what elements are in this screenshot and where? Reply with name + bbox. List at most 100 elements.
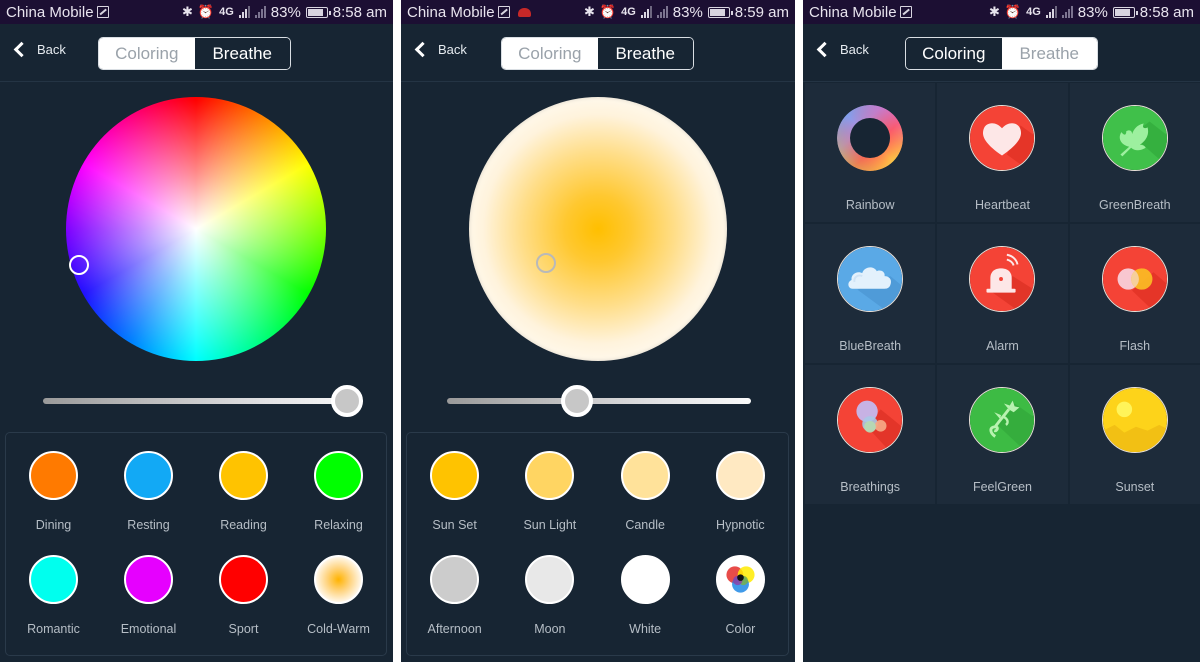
sunset-icon[interactable] [1101,387,1168,453]
preset-item[interactable]: White [598,545,693,649]
tab-coloring[interactable]: Coloring [502,38,598,69]
effect-mode-item[interactable]: Breathings [805,365,936,504]
preset-color-swatch[interactable] [314,555,363,604]
rgb-color-mix-icon[interactable] [715,555,765,604]
preset-item[interactable]: Resting [101,441,196,545]
effect-mode-label: Rainbow [845,198,895,212]
preset-item[interactable]: Afternoon [407,545,502,649]
preset-label: Sun Light [523,518,577,532]
effect-mode-item[interactable]: GreenBreath [1069,83,1200,222]
battery-percent: 83% [1077,3,1108,21]
preset-label: Sport [228,622,259,636]
preset-item[interactable]: Cold-Warm [291,545,386,649]
preset-item[interactable]: Color [693,545,788,649]
effect-mode-item[interactable]: Rainbow [805,83,936,222]
preset-color-swatch[interactable] [124,451,173,500]
preset-color-swatch[interactable] [219,555,268,604]
preset-label: Hypnotic [716,518,765,532]
phone-screen-warm-white: China Mobile ✱ ⏰ 4G 83% 8:59 am Back Col… [401,0,795,662]
effect-mode-label: Breathings [840,480,901,494]
back-button[interactable]: Back [413,41,467,58]
warm-white-wheel[interactable] [469,97,727,361]
effect-mode-item[interactable]: Alarm [937,224,1068,363]
preset-color-swatch[interactable] [124,555,173,604]
clock: 8:59 am [734,3,789,21]
preset-item[interactable]: Moon [502,545,597,649]
network-type: 4G [621,6,636,18]
bubbles-icon[interactable] [837,387,904,453]
back-label: Back [37,42,66,57]
preset-item[interactable]: Relaxing [291,441,386,545]
preset-color-swatch[interactable] [620,451,670,500]
preset-color-swatch[interactable] [620,555,670,604]
phone-screen-coloring-modes: China Mobile ✱ ⏰ 4G 83% 8:58 am Back Col… [803,0,1200,662]
preset-item[interactable]: Sun Light [502,441,597,545]
brightness-slider[interactable] [43,385,363,417]
preset-item[interactable]: Hypnotic [693,441,788,545]
effect-mode-item[interactable]: Sunset [1069,365,1200,504]
signal-no-sim-icon [656,6,668,18]
image-notification-icon [497,6,510,18]
effect-mode-item[interactable]: BlueBreath [805,224,936,363]
tab-breathe[interactable]: Breathe [194,38,290,69]
preset-item[interactable]: Sun Set [407,441,502,545]
preset-item[interactable]: Romantic [6,545,101,649]
effect-mode-item[interactable]: Heartbeat [937,83,1068,222]
sprout-icon[interactable] [969,387,1036,453]
preset-color-swatch[interactable] [430,555,480,604]
effect-mode-label: Heartbeat [975,198,1030,212]
preset-label: Cold-Warm [307,622,370,636]
flash-circles-icon[interactable] [1101,246,1168,312]
brightness-slider[interactable] [447,385,751,417]
color-wheel[interactable] [66,97,326,361]
preset-color-swatch[interactable] [430,451,480,500]
preset-color-swatch[interactable] [525,555,575,604]
preset-label: Reading [220,518,267,532]
image-notification-icon [96,6,109,18]
network-type: 4G [1026,6,1041,18]
carrier: China Mobile [6,4,109,21]
preset-color-swatch[interactable] [29,451,78,500]
warm-white-wheel-area [401,97,795,361]
preset-label: Emotional [120,622,177,636]
tab-coloring[interactable]: Coloring [99,38,195,69]
clock: 8:58 am [1139,3,1194,21]
preset-item[interactable]: Reading [196,441,291,545]
slider-thumb[interactable] [331,385,363,417]
slider-thumb[interactable] [560,385,593,417]
effect-mode-item[interactable]: Flash [1069,224,1200,363]
bluetooth-icon: ✱ [988,4,1000,19]
alarm-siren-icon[interactable] [969,246,1036,312]
preset-item[interactable]: Candle [598,441,693,545]
cloud-icon[interactable] [837,246,904,312]
signal-icon [1045,6,1057,18]
leaf-icon[interactable] [1101,105,1168,171]
slider-track[interactable] [43,398,363,404]
preset-item[interactable]: Emotional [101,545,196,649]
preset-color-swatch[interactable] [525,451,575,500]
heart-icon[interactable] [969,105,1036,171]
color-picker-handle[interactable] [536,253,556,273]
preset-label: Relaxing [314,518,363,532]
effect-mode-item[interactable]: FeelGreen [937,365,1068,504]
back-label: Back [840,42,869,57]
tab-breathe[interactable]: Breathe [597,38,693,69]
back-button[interactable]: Back [12,41,66,58]
chevron-left-icon [816,41,833,58]
color-picker-handle[interactable] [69,255,89,275]
rainbow-ring-icon[interactable] [837,105,904,171]
effect-mode-label: Sunset [1115,480,1155,494]
preset-item[interactable]: Sport [196,545,291,649]
effect-mode-label: GreenBreath [1099,198,1171,212]
tab-coloring[interactable]: Coloring [906,38,1002,69]
preset-label: Afternoon [427,622,482,636]
carrier: China Mobile [809,4,912,21]
preset-color-swatch[interactable] [715,451,765,500]
tab-breathe[interactable]: Breathe [1001,38,1097,69]
preset-color-swatch[interactable] [219,451,268,500]
preset-color-swatch[interactable] [314,451,363,500]
preset-item[interactable]: Dining [6,441,101,545]
back-button[interactable]: Back [815,41,869,58]
slider-track[interactable] [447,398,751,404]
preset-color-swatch[interactable] [29,555,78,604]
